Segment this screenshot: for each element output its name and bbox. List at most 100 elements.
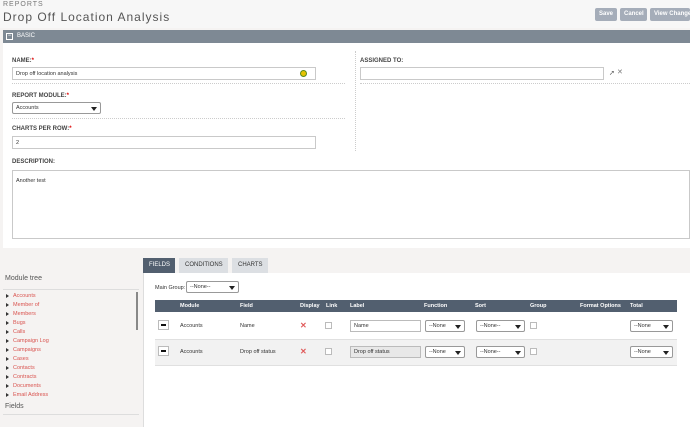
chevron-down-icon [663, 351, 669, 355]
expand-icon[interactable] [6, 374, 9, 379]
row-module: Accounts [180, 323, 203, 329]
row-field: Drop off status [240, 349, 276, 355]
divider [12, 118, 345, 119]
description-label: DESCRIPTION: [12, 159, 56, 165]
chevron-down-icon [515, 351, 521, 355]
link-checkbox[interactable] [325, 322, 332, 329]
divider [3, 414, 139, 415]
chevron-down-icon [229, 286, 235, 290]
view-change-button[interactable]: View Change [650, 8, 690, 21]
fields-table-header: Module Field Display Link Label Function… [155, 300, 677, 312]
module-tree-title: Module tree [5, 275, 42, 282]
name-label: NAME:* [12, 58, 35, 64]
collapse-icon[interactable]: − [6, 33, 13, 40]
fields-title: Fields [5, 403, 24, 410]
column-header: Total [630, 303, 643, 309]
column-header: Function [424, 303, 448, 309]
tree-item-calls[interactable]: Calls [6, 329, 25, 335]
remove-row-button[interactable] [158, 346, 169, 356]
tree-item-accounts[interactable]: Accounts [6, 293, 36, 299]
group-checkbox[interactable] [530, 348, 537, 355]
main-group-select[interactable]: --None-- [186, 281, 239, 293]
tree-item-cases[interactable]: Cases [6, 356, 29, 362]
tree-item-campaigns[interactable]: Campaigns [6, 347, 41, 353]
expand-icon[interactable] [6, 329, 9, 334]
group-checkbox[interactable] [530, 322, 537, 329]
label-input[interactable]: Name [350, 320, 421, 332]
function-select[interactable]: --None [425, 346, 465, 358]
basic-panel: NAME:* Drop off location analysis REPORT… [3, 43, 690, 248]
chevron-down-icon [455, 325, 461, 329]
column-header: Group [530, 303, 547, 309]
chevron-down-icon [91, 107, 97, 111]
column-header: Field [240, 303, 253, 309]
column-header: Module [180, 303, 200, 309]
row-field: Name [240, 323, 255, 329]
sort-select[interactable]: --None-- [476, 320, 525, 332]
tree-item-members[interactable]: Members [6, 311, 36, 317]
column-header: Display [300, 303, 320, 309]
column-header: Format Options [580, 303, 621, 309]
save-button[interactable]: Save [595, 8, 617, 21]
remove-row-button[interactable] [158, 320, 169, 330]
chevron-down-icon [515, 325, 521, 329]
row-divider [155, 365, 677, 366]
clear-icon[interactable]: ✕ [617, 68, 623, 76]
cancel-button[interactable]: Cancel [620, 8, 647, 21]
tree-item-contacts[interactable]: Contacts [6, 365, 35, 371]
tree-item-contracts[interactable]: Contracts [6, 374, 37, 380]
breadcrumb: REPORTS [3, 1, 44, 8]
edit-icon[interactable] [300, 70, 307, 77]
label-input[interactable]: Drop off status [350, 346, 421, 358]
column-header: Sort [475, 303, 486, 309]
tab-fields[interactable]: FIELDS [143, 258, 175, 273]
panel-title: BASIC [17, 33, 36, 39]
main-group-label: Main Group: [155, 285, 186, 291]
expand-icon[interactable] [6, 383, 9, 388]
tree-scrollbar[interactable] [136, 292, 138, 330]
select-arrow-icon[interactable]: ➚ [609, 69, 615, 77]
column-divider [355, 51, 356, 151]
tree-item-member-of[interactable]: Member of [6, 302, 39, 308]
tree-item-email-address[interactable]: Email Address [6, 392, 48, 398]
report-module-select[interactable]: Accounts [12, 102, 101, 114]
expand-icon[interactable] [6, 293, 9, 298]
expand-icon[interactable] [6, 347, 9, 352]
divider [12, 83, 345, 84]
assigned-to-field[interactable] [360, 67, 604, 80]
name-field[interactable]: Drop off location analysis [12, 67, 316, 80]
expand-icon[interactable] [6, 302, 9, 307]
chevron-down-icon [663, 325, 669, 329]
tree-item-documents[interactable]: Documents [6, 383, 41, 389]
charts-per-row-label: CHARTS PER ROW:* [12, 126, 72, 132]
expand-icon[interactable] [6, 365, 9, 370]
total-select[interactable]: --None [630, 320, 673, 332]
display-toggle-icon[interactable]: ✕ [300, 321, 307, 330]
function-select[interactable]: --None [425, 320, 465, 332]
column-header: Link [326, 303, 338, 309]
description-textarea[interactable]: Another test [12, 170, 690, 239]
display-toggle-icon[interactable]: ✕ [300, 347, 307, 356]
tree-item-bugs[interactable]: Bugs [6, 320, 26, 326]
expand-icon[interactable] [6, 392, 9, 397]
column-header: Label [350, 303, 365, 309]
divider [360, 83, 690, 84]
expand-icon[interactable] [6, 338, 9, 343]
expand-icon[interactable] [6, 320, 9, 325]
link-checkbox[interactable] [325, 348, 332, 355]
expand-icon[interactable] [6, 356, 9, 361]
module-tree: Accounts Member of Members Bugs Calls Ca… [3, 289, 139, 399]
tree-item-campaign-log[interactable]: Campaign Log [6, 338, 49, 344]
tab-conditions[interactable]: CONDITIONS [179, 258, 228, 273]
tab-charts[interactable]: CHARTS [232, 258, 268, 273]
charts-per-row-field[interactable]: 2 [12, 136, 316, 149]
total-select[interactable]: --None [630, 346, 673, 358]
page-title: Drop Off Location Analysis [3, 10, 171, 24]
report-module-label: REPORT MODULE:* [12, 93, 70, 99]
sort-select[interactable]: --None-- [476, 346, 525, 358]
page-header: REPORTS Drop Off Location Analysis Save … [0, 0, 690, 28]
chevron-down-icon [455, 351, 461, 355]
expand-icon[interactable] [6, 311, 9, 316]
assigned-to-label: ASSIGNED TO: [360, 58, 404, 64]
basic-panel-header[interactable]: − BASIC [3, 30, 690, 43]
